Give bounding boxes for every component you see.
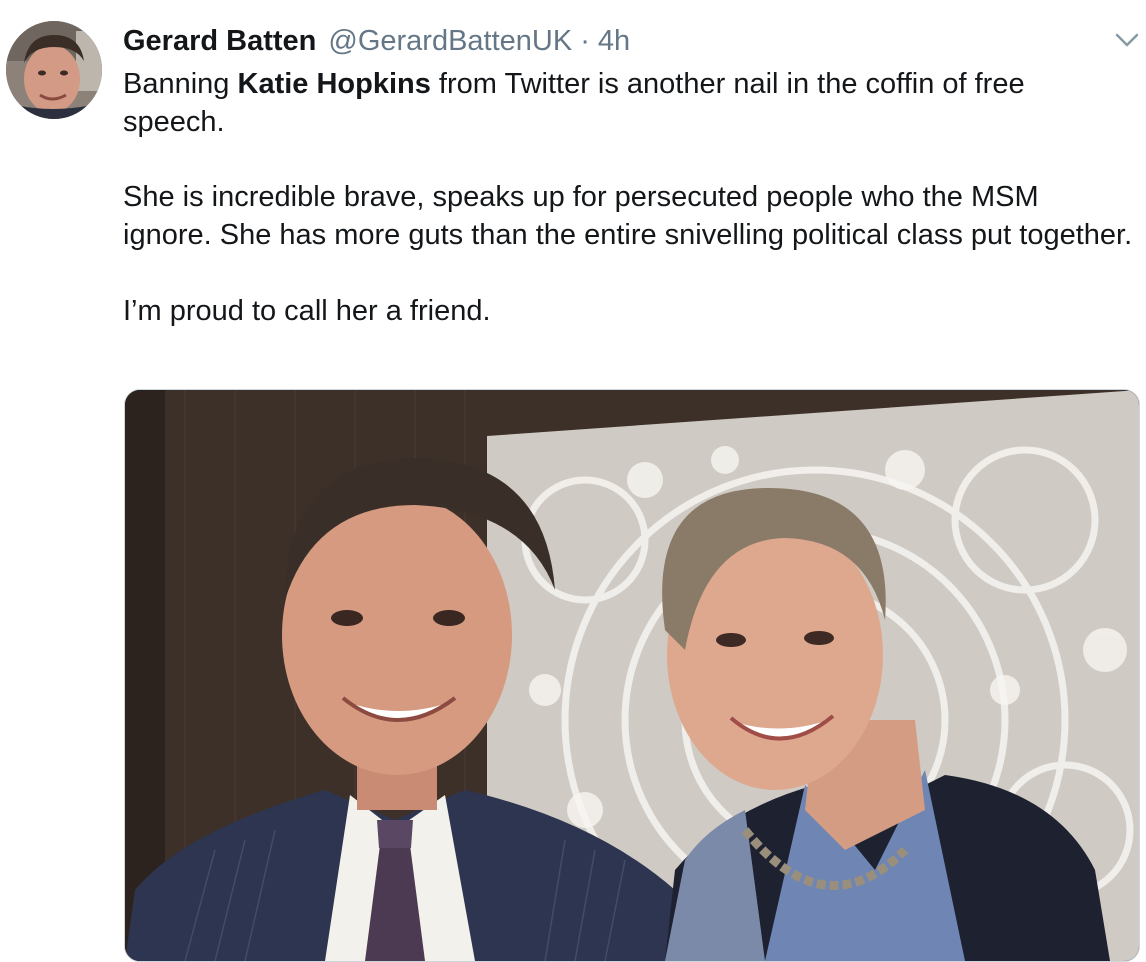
chevron-down-icon[interactable]	[1114, 30, 1140, 50]
avatar[interactable]	[6, 21, 102, 119]
tweet-photo[interactable]	[124, 389, 1140, 962]
timestamp[interactable]: 4h	[598, 25, 630, 58]
user-handle[interactable]: @GerardBattenUK	[328, 25, 572, 58]
display-name[interactable]: Gerard Batten	[123, 25, 316, 58]
tweet-text: Banning Katie Hopkins from Twitter is an…	[123, 65, 1133, 330]
tweet[interactable]: Gerard Batten @GerardBattenUK · 4h Banni…	[0, 0, 1146, 962]
avatar-photo	[6, 21, 102, 119]
tweet-header: Gerard Batten @GerardBattenUK · 4h	[123, 20, 630, 62]
tweet-text-segment: Banning	[123, 68, 238, 100]
mentioned-name: Katie Hopkins	[237, 68, 431, 100]
tweet-paragraph-1: Banning Katie Hopkins from Twitter is an…	[123, 65, 1133, 141]
photo-image	[125, 390, 1139, 961]
tweet-paragraph-3: I’m proud to call her a friend.	[123, 295, 491, 327]
tweet-paragraph-2: She is incredible brave, speaks up for p…	[123, 181, 1133, 251]
separator-dot: ·	[580, 24, 590, 57]
